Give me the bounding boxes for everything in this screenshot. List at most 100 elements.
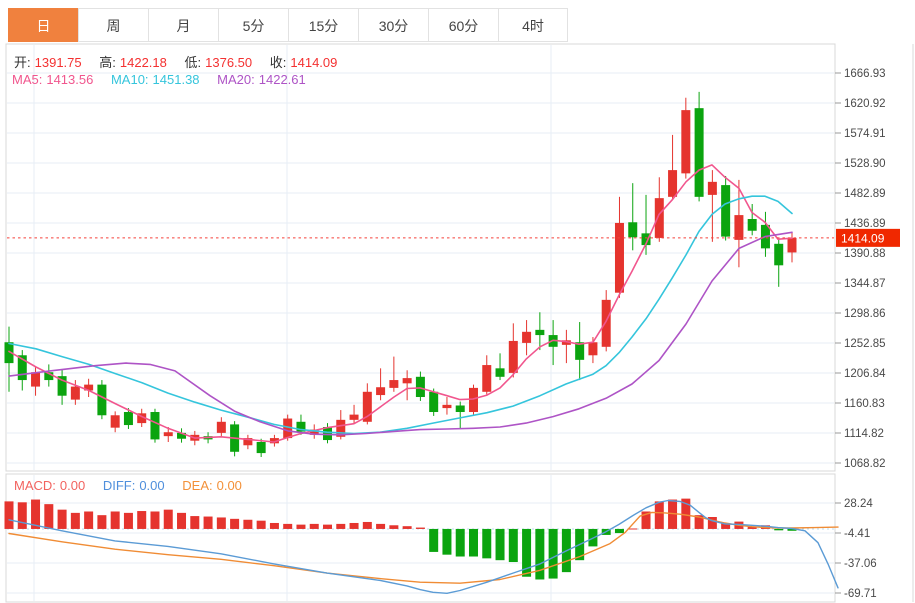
timeframe-tabbar: 日 周 月 5分 15分 30分 60分 4时 — [8, 8, 568, 44]
open-value: 1391.75 — [35, 55, 82, 70]
ma5-line — [9, 165, 792, 442]
tab-15min[interactable]: 15分 — [288, 8, 358, 42]
macd-histogram-bar — [416, 528, 425, 529]
tab-5min[interactable]: 5分 — [218, 8, 288, 42]
candle-body — [429, 392, 438, 412]
tab-week[interactable]: 周 — [78, 8, 148, 42]
price-tick-label: 1666.93 — [844, 68, 886, 80]
high-label: 高: — [99, 55, 116, 70]
macd-histogram-bar — [283, 524, 292, 529]
price-axis: 1666.931620.921574.911528.901482.891436.… — [835, 68, 900, 600]
price-tick-label: 1206.84 — [844, 368, 886, 380]
macd-histogram-bar — [44, 504, 53, 529]
macd-label: MACD: — [14, 478, 56, 493]
candle-body — [389, 380, 398, 388]
macd-histogram-bar — [230, 519, 239, 529]
price-tick-label: 1068.82 — [844, 458, 886, 470]
macd-histogram-bar — [615, 529, 624, 533]
candle-body — [469, 388, 478, 412]
tab-30min[interactable]: 30分 — [358, 8, 428, 42]
ma10-line — [9, 196, 792, 433]
ma10-label: MA10: — [111, 72, 149, 87]
diff-label: DIFF: — [103, 478, 136, 493]
low-label: 低: — [185, 55, 202, 70]
macd-histogram-bar — [549, 529, 558, 579]
macd-histogram-bar — [535, 529, 544, 580]
ohlc-legend: 开:1391.75 高:1422.18 低:1376.50 收:1414.09 — [14, 52, 341, 71]
macd-histogram-bar — [296, 525, 305, 529]
macd-histogram-bar — [97, 515, 106, 529]
macd-histogram-bar — [71, 513, 80, 529]
candle-body — [734, 215, 743, 240]
macd-histogram-bar — [270, 523, 279, 529]
diff-line — [9, 501, 838, 594]
price-tick-label: 1436.89 — [844, 218, 886, 230]
macd-histogram-bar — [257, 521, 266, 529]
candle-body — [71, 387, 80, 400]
price-tick-label: 1482.89 — [844, 188, 886, 200]
macd-histogram-bar — [204, 517, 213, 529]
price-tick-label: 1114.82 — [844, 428, 884, 440]
candle-body — [97, 385, 106, 416]
tab-day[interactable]: 日 — [8, 8, 78, 42]
kline-chart-canvas[interactable]: 1666.931620.921574.911528.901482.891436.… — [0, 0, 915, 603]
price-tick-label: 1620.92 — [844, 98, 886, 110]
macd-tick-label: -69.71 — [844, 588, 877, 600]
ma20-line — [9, 232, 792, 434]
macd-value: 0.00 — [60, 478, 85, 493]
candle-body — [111, 415, 120, 427]
macd-histogram-bar — [58, 510, 67, 529]
current-price-badge-label: 1414.09 — [841, 231, 885, 245]
macd-histogram-bar — [389, 525, 398, 529]
candle-body — [509, 341, 518, 373]
candle-body — [403, 378, 412, 383]
macd-tick-label: -4.41 — [844, 528, 870, 540]
price-tick-label: 1252.85 — [844, 338, 886, 350]
price-tick-label: 1298.86 — [844, 308, 886, 320]
candle-body — [535, 330, 544, 335]
candle-body — [150, 412, 159, 439]
macd-legend: MACD:0.00 DIFF:0.00 DEA:0.00 — [14, 478, 246, 493]
ma20-value: 1422.61 — [259, 72, 306, 87]
macd-histogram-bar — [323, 525, 332, 529]
ma-legend: MA5:1413.56 MA10:1451.38 MA20:1422.61 — [12, 72, 310, 87]
candle-body — [522, 332, 531, 343]
price-tick-label: 1344.87 — [844, 278, 886, 290]
macd-histogram-bar — [137, 511, 146, 529]
candle-body — [124, 412, 133, 425]
macd-histogram-bar — [456, 529, 465, 557]
candle-body — [416, 377, 425, 397]
macd-histogram-bar — [363, 522, 372, 529]
candle-body — [681, 110, 690, 173]
candle-body — [31, 372, 40, 386]
candle-body — [615, 223, 624, 293]
macd-histogram-bar — [350, 523, 359, 529]
ma5-value: 1413.56 — [46, 72, 93, 87]
candle-body — [628, 222, 637, 237]
macd-histogram-bar — [243, 520, 252, 529]
macd-histogram-bar — [217, 517, 226, 528]
candle-body — [496, 368, 505, 376]
candle-body — [788, 238, 797, 253]
close-value: 1414.09 — [290, 55, 337, 70]
tab-4hour[interactable]: 4时 — [498, 8, 568, 42]
macd-histogram-bar — [429, 529, 438, 552]
diff-value: 0.00 — [139, 478, 164, 493]
macd-histogram-bar — [403, 526, 412, 529]
macd-tick-label: -37.06 — [844, 558, 877, 570]
candle-body — [257, 442, 266, 453]
candle-body — [482, 365, 491, 392]
macd-histogram-bar — [509, 529, 518, 562]
candle-body — [350, 415, 359, 420]
tab-month[interactable]: 月 — [148, 8, 218, 42]
macd-histogram-bar — [496, 529, 505, 560]
macd-histogram-bar — [84, 511, 93, 528]
macd-histogram-bar — [336, 524, 345, 529]
candle-body — [217, 422, 226, 433]
tab-60min[interactable]: 60分 — [428, 8, 498, 42]
candle-body — [376, 387, 385, 395]
macd-histogram-bar — [111, 511, 120, 528]
candle-body — [695, 108, 704, 197]
dea-label: DEA: — [182, 478, 212, 493]
macd-histogram-bar — [177, 513, 186, 529]
